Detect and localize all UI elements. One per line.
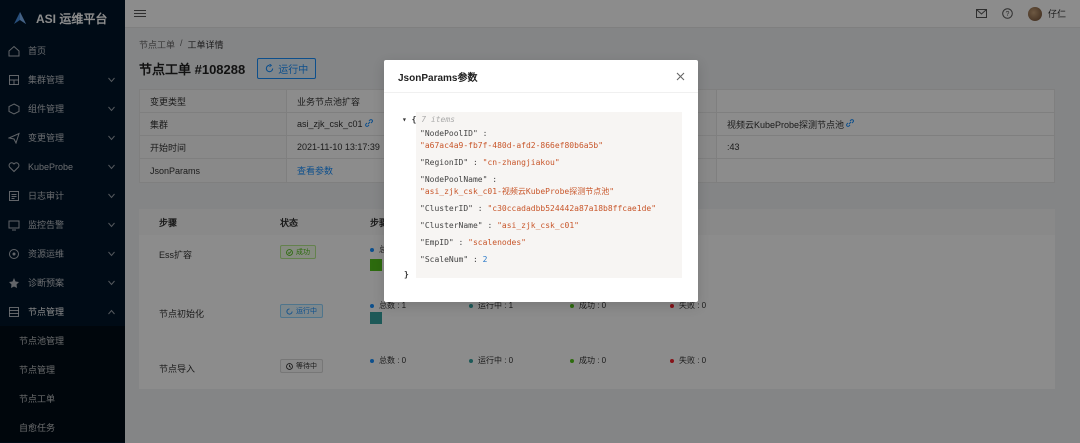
json-entry: "NodePoolID" : <box>420 130 487 138</box>
jsonparams-modal: JsonParams参数 ▾ { 7 items "NodePoolID" : "a… <box>384 60 698 302</box>
json-key: "NodePoolID" <box>420 129 478 138</box>
json-colon: : <box>468 158 483 167</box>
close-icon[interactable] <box>674 70 686 82</box>
json-colon: : <box>468 255 483 264</box>
json-entry: "RegionID" : "cn-zhangjiakou" <box>420 159 560 167</box>
json-footer-line: } <box>404 271 409 279</box>
collapse-caret-icon[interactable]: ▾ <box>402 115 412 124</box>
modal-title: JsonParams参数 <box>384 60 698 93</box>
json-value: "c30ccadadbb524442a87a18b8ffcae1de" <box>487 204 657 213</box>
json-colon: : <box>453 238 469 247</box>
json-entry: "EmpID" : "scalenodes" <box>420 239 526 247</box>
json-entry-value: "a67ac4a9-fb7f-480d-afd2-866ef80b6a5b" <box>420 142 603 150</box>
json-key: "NodePoolName" <box>420 175 488 184</box>
json-viewer: ▾ { 7 items "NodePoolID" : "a67ac4a9-fb7f-… <box>398 108 684 288</box>
json-colon: : <box>482 221 498 230</box>
json-value: "scalenodes" <box>468 238 526 247</box>
json-value: "asi_zjk_csk_c01" <box>497 221 579 230</box>
json-entry: "ClusterName" : "asi_zjk_csk_c01" <box>420 222 579 230</box>
json-entry-value: "asi_zjk_csk_c01-视频云KubeProbe探测节点池" <box>420 188 614 196</box>
json-header-line: ▾ { 7 items <box>402 116 455 124</box>
json-entry: "ScaleNum" : 2 <box>420 256 487 264</box>
json-colon: : <box>477 129 488 138</box>
json-key: "EmpID" <box>420 238 454 247</box>
json-value: "a67ac4a9-fb7f-480d-afd2-866ef80b6a5b" <box>420 141 604 150</box>
json-entry: "NodePoolName" : <box>420 176 497 184</box>
json-colon: : <box>487 175 498 184</box>
json-key: "RegionID" <box>420 158 469 167</box>
json-colon: : <box>472 204 488 213</box>
json-close-brace: } <box>404 270 409 279</box>
json-open-brace: { <box>411 115 422 124</box>
json-items-count: 7 items <box>421 115 455 124</box>
json-value: "cn-zhangjiakou" <box>482 158 560 167</box>
json-value: "asi_zjk_csk_c01-视频云KubeProbe探测节点池" <box>420 187 615 196</box>
json-key: "ClusterName" <box>420 221 483 230</box>
json-value: 2 <box>482 255 488 264</box>
json-entry: "ClusterID" : "c30ccadadbb524442a87a18b8… <box>420 205 656 213</box>
json-key: "ClusterID" <box>420 204 473 213</box>
json-key: "ScaleNum" <box>420 255 469 264</box>
